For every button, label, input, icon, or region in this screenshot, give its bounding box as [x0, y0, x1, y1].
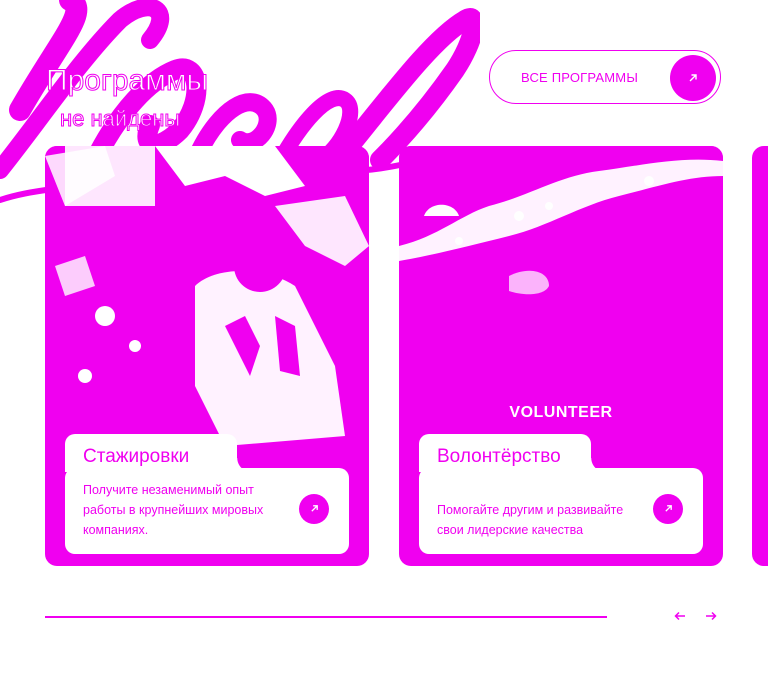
program-card-partial[interactable] — [752, 146, 768, 566]
card-title: Стажировки — [83, 446, 190, 467]
all-programs-label: ВСЕ ПРОГРАММЫ — [521, 69, 639, 85]
card-title: Волонтёрство — [437, 446, 561, 467]
arrow-left-icon — [674, 608, 686, 626]
carousel-prev-button[interactable] — [669, 606, 691, 628]
internship-photo — [45, 146, 369, 446]
arrow-up-right-icon — [664, 500, 673, 518]
program-card-internships[interactable]: Стажировки Получите незаменимый опыт раб… — [45, 146, 369, 566]
programs-section: Программы не найдены ВСЕ ПРОГРАММЫ Стажи… — [0, 0, 768, 678]
program-card-volunteering[interactable]: VOLUNTEER Волонтёрство Помогайте другим … — [399, 146, 723, 566]
card-description: Получите незаменимый опыт работы в крупн… — [83, 483, 264, 537]
arrow-right-icon — [705, 608, 717, 626]
carousel-progress-line — [45, 616, 607, 618]
open-card-button[interactable] — [299, 494, 329, 524]
open-card-button[interactable] — [653, 494, 683, 524]
card-description: Помогайте другим и развивайте свои лидер… — [437, 503, 624, 537]
arrow-up-right-icon — [310, 500, 319, 518]
carousel-next-button[interactable] — [700, 606, 722, 628]
page-title: Программы — [45, 64, 209, 98]
empty-state-subtitle: не найдены — [59, 106, 181, 132]
all-programs-button[interactable]: ВСЕ ПРОГРАММЫ — [489, 50, 721, 104]
arrow-up-right-icon — [670, 55, 716, 101]
volunteer-photo — [399, 146, 723, 446]
volunteer-shirt-caption: VOLUNTEER — [509, 404, 613, 421]
